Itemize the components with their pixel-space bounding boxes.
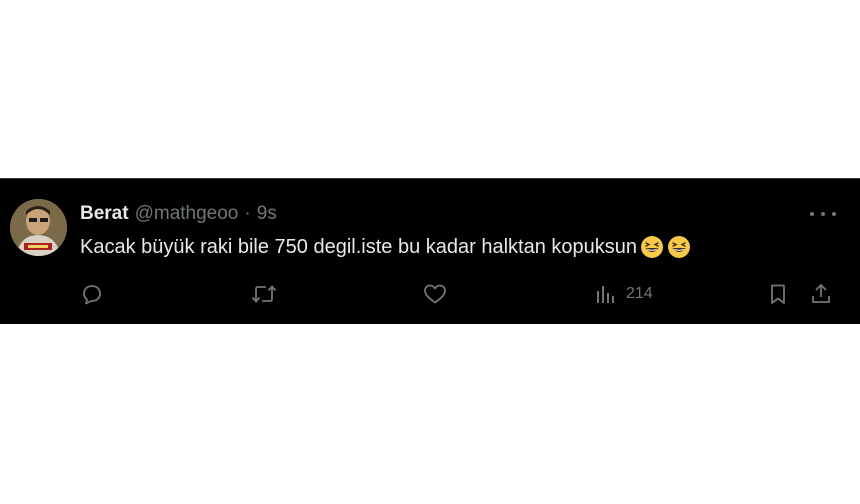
views-count: 214: [626, 285, 653, 302]
tweet-header: Berat @mathgeoo · 9s: [80, 203, 277, 225]
heart-icon: [424, 284, 446, 304]
reply-icon: [83, 285, 101, 305]
reply-button[interactable]: [80, 279, 104, 309]
more-options-icon[interactable]: [810, 207, 836, 221]
share-icon: [812, 283, 830, 303]
bookmark-button[interactable]: [766, 279, 790, 309]
tweet-text-row: Kacak büyük raki bile 750 degil.iste bu …: [80, 235, 691, 259]
share-button[interactable]: [809, 279, 833, 309]
avatar[interactable]: [10, 199, 67, 256]
action-bar: 214: [0, 279, 860, 309]
tweet-card[interactable]: Berat @mathgeoo · 9s Kacak büyük raki bi…: [0, 178, 860, 324]
grinning-squinting-face-icon: [641, 236, 664, 258]
more-dot-3: [832, 212, 836, 216]
separator-dot: ·: [244, 203, 251, 224]
like-button[interactable]: [422, 279, 448, 309]
more-dot-1: [810, 212, 814, 216]
retweet-icon: [251, 285, 277, 303]
grinning-squinting-face-icon: [668, 236, 691, 258]
more-dot-2: [821, 212, 825, 216]
retweet-button[interactable]: [250, 279, 278, 309]
display-name[interactable]: Berat: [80, 203, 129, 225]
avatar-photo-icon: [10, 199, 67, 256]
views-button[interactable]: 214: [594, 279, 653, 309]
timestamp[interactable]: 9s: [257, 203, 277, 225]
views-chart-icon: [597, 286, 614, 303]
bookmark-icon: [771, 284, 785, 304]
tweet-text: Kacak büyük raki bile 750 degil.iste bu …: [80, 235, 638, 258]
user-handle[interactable]: @mathgeoo: [135, 203, 239, 225]
